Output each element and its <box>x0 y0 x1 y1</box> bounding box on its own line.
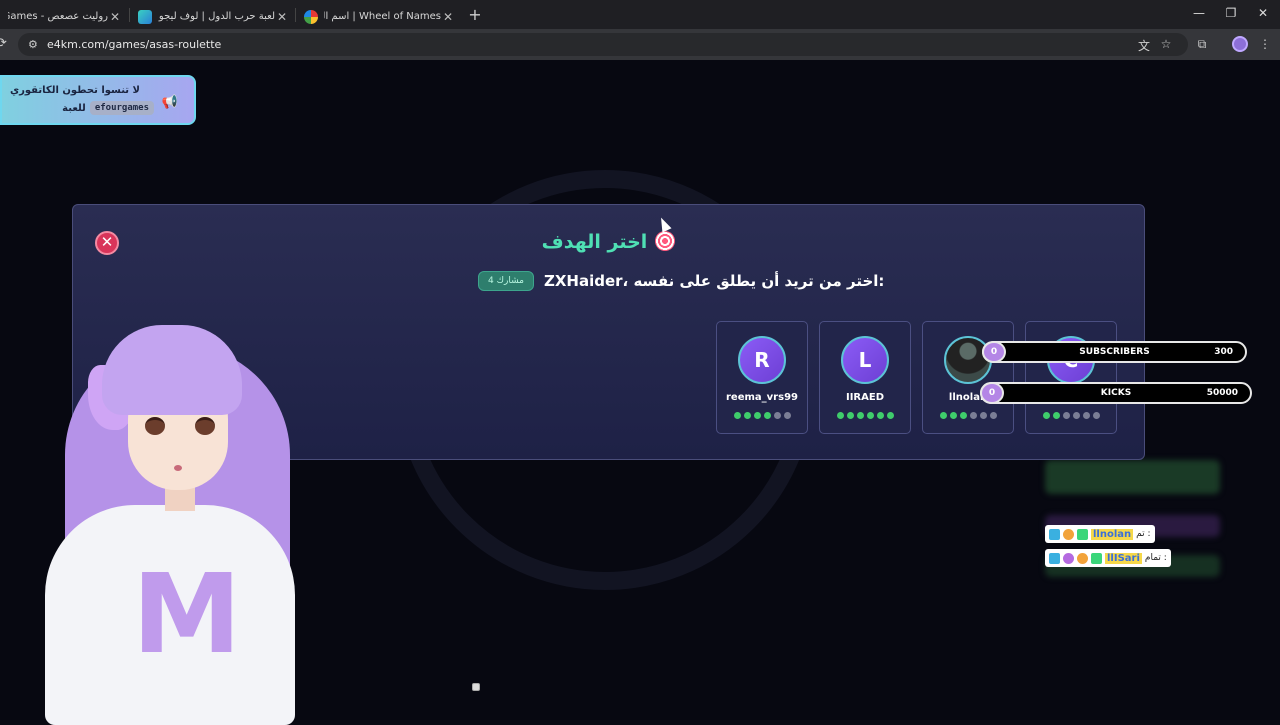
life-dot-active <box>939 412 947 419</box>
avatar-eye <box>195 417 215 435</box>
life-dot-active <box>846 412 854 419</box>
player-avatar: R <box>738 336 786 384</box>
life-dot-inactive <box>989 412 997 419</box>
reload-icon[interactable]: ⟳ <box>0 36 7 51</box>
chat-badge-icon <box>1063 528 1074 540</box>
tab-title: روليت عصعص - Games <box>8 11 108 22</box>
life-dot-active <box>743 412 751 419</box>
player-lives <box>1026 412 1116 419</box>
life-dot-active <box>763 412 771 419</box>
tab-close-icon[interactable]: ✕ <box>108 10 122 24</box>
life-dot-active <box>1042 412 1050 419</box>
url-text[interactable]: e4km.com/games/asas-roulette <box>47 38 221 51</box>
life-dot-active <box>866 412 874 419</box>
modal-title-text: اختر الهدف <box>541 231 648 253</box>
profile-avatar[interactable] <box>1232 36 1248 52</box>
chat-badge-icon <box>1049 552 1060 564</box>
background-panel <box>1045 460 1220 494</box>
life-dot-active <box>753 412 761 419</box>
target-prompt: ZXHaider، اختر من تريد أن يطلق على نفسه: <box>543 272 885 290</box>
life-dot-active <box>733 412 741 419</box>
chat-badge-icon <box>1077 528 1088 540</box>
chat-message: llISari تمام : <box>1045 549 1171 567</box>
tab-wheel-of-names[interactable]: Wheel of Names | اسم العشوائي ✕ <box>296 4 461 29</box>
player-lives <box>717 412 807 419</box>
life-dot-active <box>949 412 957 419</box>
bookmark-star-icon[interactable]: ☆ <box>1158 37 1174 51</box>
page-indicator-icon <box>472 683 480 691</box>
player-avatar: L <box>841 336 889 384</box>
close-window-button[interactable]: ✕ <box>1253 6 1273 20</box>
menu-kebab-icon[interactable]: ⋮ <box>1257 37 1273 51</box>
browser-tab-bar: روليت عصعص - Games ✕ لعبة حرب الدول | لو… <box>0 0 1280 29</box>
chat-username: llISari <box>1105 552 1142 564</box>
life-dot-active <box>959 412 967 419</box>
target-icon <box>655 231 676 251</box>
chat-username: llnolan <box>1091 528 1134 540</box>
life-dot-inactive <box>773 412 781 419</box>
chat-badge-icon <box>1077 552 1088 564</box>
tab-title: Wheel of Names | اسم العشوائي <box>324 11 441 22</box>
tab-close-icon[interactable]: ✕ <box>275 10 289 24</box>
category-code: efourgames <box>89 101 154 115</box>
notice-line: للعبة efourgames <box>62 101 154 115</box>
kicks-goal-bar: 0 KICKS 50000 <box>980 382 1252 404</box>
life-dot-inactive <box>1092 412 1100 419</box>
tab-war-of-nations[interactable]: لعبة حرب الدول | لوف ليجو يوفر ✕ <box>130 4 295 29</box>
player-name: reema_vrs99 <box>726 392 798 403</box>
chat-badge-icon <box>1063 552 1074 564</box>
translate-icon[interactable]: 文 <box>1136 37 1152 54</box>
new-tab-button[interactable]: + <box>466 5 484 24</box>
goal-target: 50000 <box>1206 388 1238 398</box>
life-dot-inactive <box>1062 412 1070 419</box>
tab-title: لعبة حرب الدول | لوف ليجو يوفر <box>158 11 275 22</box>
category-notice-banner: لا تنسوا تحطون الكاتقوري للعبة efourgame… <box>0 75 196 125</box>
extensions-icon[interactable]: ⧉ <box>1194 37 1210 52</box>
avatar-mouth <box>174 465 182 471</box>
tab-favicon-icon <box>138 9 152 24</box>
wheel-favicon-icon <box>304 9 318 24</box>
life-dot-inactive <box>969 412 977 419</box>
vtuber-avatar: M <box>40 325 310 725</box>
life-dot-active <box>856 412 864 419</box>
megaphone-icon: 📢 <box>161 95 178 110</box>
chat-text: تمام : <box>1144 553 1167 563</box>
chat-text: تم : <box>1136 529 1151 539</box>
life-dot-active <box>836 412 844 419</box>
player-name: IIRAED <box>845 392 884 403</box>
tab-close-icon[interactable]: ✕ <box>441 10 455 24</box>
avatar-bangs <box>102 325 242 415</box>
goal-label: SUBSCRIBERS <box>1079 347 1150 357</box>
life-dot-active <box>876 412 884 419</box>
maximize-button[interactable]: ❐ <box>1221 6 1241 20</box>
player-lives <box>923 412 1013 419</box>
modal-title: اختر الهدف <box>73 231 1144 253</box>
goal-target: 300 <box>1214 347 1233 357</box>
address-toolbar: ⟳ ⚙ e4km.com/games/asas-roulette 文 ☆ ⧉ ⋮ <box>0 29 1280 60</box>
life-dot-inactive <box>1072 412 1080 419</box>
player-card[interactable]: llnolan <box>922 321 1014 434</box>
life-dot-active <box>1052 412 1060 419</box>
notice-line: لا تنسوا تحطون الكاتقوري <box>9 85 140 96</box>
avatar-eye <box>145 417 165 435</box>
notice-suffix: للعبة <box>62 102 86 114</box>
shirt-logo: M <box>132 550 242 678</box>
modal-subtitle: 4 مشارك ZXHaider، اختر من تريد أن يطلق ع… <box>478 271 884 291</box>
participants-badge: 4 مشارك <box>478 271 534 291</box>
life-dot-inactive <box>783 412 791 419</box>
site-info-icon[interactable]: ⚙ <box>28 38 38 51</box>
player-card[interactable]: C cvrere1 <box>1025 321 1117 434</box>
tab-roulette[interactable]: روليت عصعص - Games ✕ <box>0 4 128 29</box>
minimize-button[interactable]: — <box>1189 6 1209 20</box>
chat-message: llnolan تم : <box>1045 525 1155 543</box>
player-card[interactable]: R reema_vrs99 <box>716 321 808 434</box>
player-card[interactable]: L IIRAED <box>819 321 911 434</box>
life-dot-inactive <box>979 412 987 419</box>
chat-badge-icon <box>1049 528 1060 540</box>
life-dot-active <box>886 412 894 419</box>
player-lives <box>820 412 910 419</box>
life-dot-inactive <box>1082 412 1090 419</box>
subscribers-goal-bar: 0 SUBSCRIBERS 300 <box>982 341 1247 363</box>
chat-badge-icon <box>1091 552 1102 564</box>
